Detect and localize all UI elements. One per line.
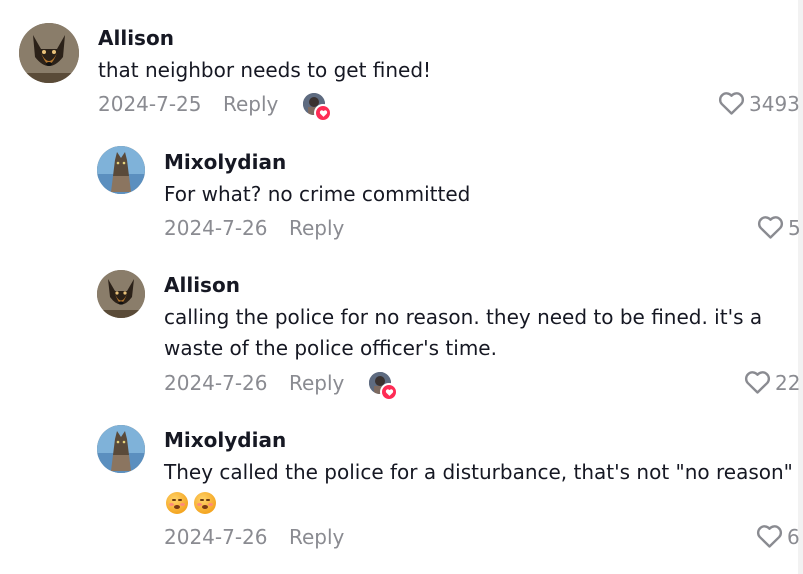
reply-text-line: For what? no crime committed: [164, 182, 471, 206]
reply-button[interactable]: Reply: [289, 525, 344, 549]
reply-button[interactable]: Reply: [289, 371, 344, 395]
reply-username[interactable]: Allison: [164, 273, 240, 297]
reply-text: For what? no crime committed: [164, 179, 470, 210]
heart-outline-icon: [756, 525, 783, 548]
heart-badge-icon: [314, 104, 332, 122]
scrollbar-track[interactable]: [798, 0, 803, 574]
reply-text-line: They called the police for a disturbance…: [164, 460, 793, 484]
cat-icon: [97, 425, 145, 473]
reply-text: calling the police for no reason. they n…: [164, 302, 762, 364]
cat-avatar[interactable]: [97, 146, 145, 194]
reply-date: 2024-7-26: [164, 216, 268, 240]
reply-text: They called the police for a disturbance…: [164, 457, 793, 488]
cat-avatar[interactable]: [97, 425, 145, 473]
reply-text-line: waste of the police officer's time.: [164, 336, 497, 360]
like-count: 3493: [749, 91, 800, 116]
reply-text-line: calling the police for no reason. they n…: [164, 305, 763, 329]
like-button[interactable]: 6: [756, 524, 800, 549]
kissing-face-emoji-icon: [194, 492, 216, 514]
dog-avatar[interactable]: [97, 270, 145, 318]
reply-date: 2024-7-26: [164, 371, 268, 395]
reply-date: 2024-7-26: [164, 525, 268, 549]
heart-outline-icon: [757, 216, 784, 239]
like-count: 5: [788, 215, 801, 240]
comment-text: that neighbor needs to get fined!: [98, 55, 431, 86]
heart-outline-icon: [744, 371, 771, 394]
creator-liked-badge: [303, 93, 332, 122]
dog-icon: [19, 23, 79, 83]
heart-outline-icon: [718, 92, 745, 115]
like-count: 6: [787, 524, 800, 549]
comment-username[interactable]: Allison: [98, 26, 174, 50]
reply-username[interactable]: Mixolydian: [164, 428, 286, 452]
reply-button[interactable]: Reply: [289, 216, 344, 240]
dog-avatar[interactable]: [19, 23, 79, 83]
like-button[interactable]: 3493: [718, 91, 800, 116]
emoji-row: [166, 492, 216, 514]
kissing-face-emoji-icon: [166, 492, 188, 514]
like-button[interactable]: 5: [757, 215, 801, 240]
comment-date: 2024-7-25: [98, 92, 202, 116]
reply-button[interactable]: Reply: [223, 92, 278, 116]
like-button[interactable]: 22: [744, 370, 800, 395]
comment-text-line: that neighbor needs to get fined!: [98, 58, 432, 82]
reply-username[interactable]: Mixolydian: [164, 150, 286, 174]
cat-icon: [97, 146, 145, 194]
creator-liked-badge: [369, 372, 398, 401]
heart-badge-icon: [380, 383, 398, 401]
like-count: 22: [775, 370, 801, 395]
dog-icon: [97, 270, 145, 318]
